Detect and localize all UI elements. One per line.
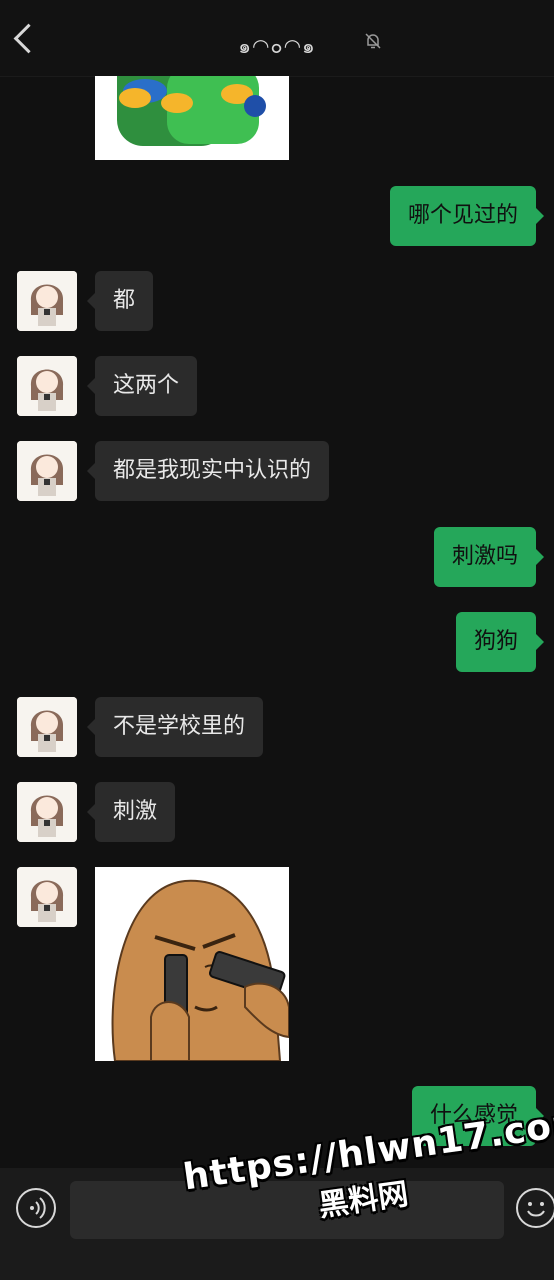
anime-girl-avatar-icon bbox=[17, 271, 77, 331]
mute-bell-icon bbox=[365, 33, 381, 49]
potato-gun-meme-sticker-icon bbox=[95, 867, 289, 1061]
sticker-image[interactable] bbox=[95, 76, 289, 160]
anime-girl-avatar-icon bbox=[17, 782, 77, 842]
voice-icon[interactable] bbox=[16, 1188, 56, 1228]
chat-title: ๑◠๐◠๑ bbox=[238, 34, 316, 58]
anime-girl-avatar-icon bbox=[17, 697, 77, 757]
avatar[interactable] bbox=[17, 271, 77, 331]
message-bubble-sent[interactable]: 狗狗 bbox=[455, 612, 545, 672]
sticker-image[interactable] bbox=[95, 867, 289, 1061]
anime-girl-avatar-icon bbox=[17, 356, 77, 416]
chat-header: ๑◠๐◠๑ bbox=[0, 0, 554, 77]
anime-girl-avatar-icon bbox=[17, 867, 77, 927]
avatar[interactable] bbox=[17, 441, 77, 501]
avatar[interactable] bbox=[17, 782, 77, 842]
message-bubble-received[interactable]: 都是我现实中认识的 bbox=[86, 441, 330, 501]
anime-girl-avatar-icon bbox=[17, 441, 77, 501]
avatar[interactable] bbox=[17, 356, 77, 416]
message-bubble-sent[interactable]: 哪个见过的 bbox=[389, 186, 545, 246]
message-bubble-received[interactable]: 这两个 bbox=[86, 356, 198, 416]
message-bubble-received[interactable]: 刺激 bbox=[86, 782, 176, 842]
avatar[interactable] bbox=[17, 697, 77, 757]
avatar[interactable] bbox=[17, 867, 77, 927]
message-bubble-sent[interactable]: 刺激吗 bbox=[433, 527, 545, 587]
message-bubble-received[interactable]: 不是学校里的 bbox=[86, 697, 264, 757]
message-bubble-received[interactable]: 都 bbox=[86, 271, 154, 331]
green-blob-sticker-icon bbox=[95, 76, 289, 160]
